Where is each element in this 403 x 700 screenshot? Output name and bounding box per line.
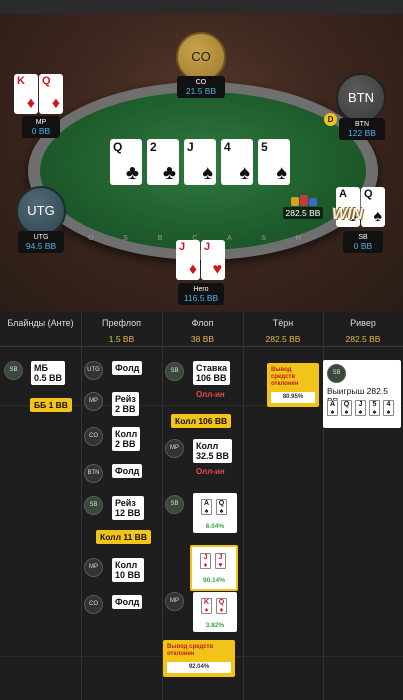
board-card: 2 ♣ — [147, 139, 179, 185]
seat-co-stack: 21.5 BB — [185, 86, 217, 96]
hero-hole-card-2: J ♥ — [201, 240, 225, 280]
withdrawal-rejected-text: Вывод средств отклонен — [167, 644, 214, 657]
col-header-blinds: Блайнды (Анте) — [0, 312, 81, 347]
preflop-action: Рейз 2 BB — [112, 392, 139, 416]
pos-badge-co: CO — [84, 427, 103, 446]
seat-mp-label: MP 0 BB — [22, 116, 60, 138]
action-sb-bet: Ставка 106 BB — [193, 361, 230, 385]
pos-badge-btn: BTN — [84, 464, 103, 483]
seat-co-label: CO 21.5 BB — [177, 76, 225, 98]
preflop-action: Фолд — [112, 361, 143, 375]
action-sb-blind: МБ 0.5 BB — [31, 361, 66, 385]
seat-sb-stack: 0 BB — [353, 241, 373, 251]
hero-hole-card-1: J ♦ — [176, 240, 200, 280]
preflop-action: Фолд — [112, 595, 143, 609]
mini-card: K ♦ — [201, 598, 212, 614]
pos-badge-mp: MP — [84, 558, 103, 577]
seat-btn-avatar[interactable]: BTN — [336, 73, 386, 123]
col-header-turn: Тёрн 282.5 BB — [243, 312, 323, 347]
withdrawal-rejected-text: Вывод средств отклонен — [271, 367, 299, 387]
pot-amount: 282.5 BB — [283, 207, 323, 219]
withdrawal-rejected-flop: Вывод средств отклонен 92.04% — [163, 640, 235, 677]
withdrawal-rejected-pct: 92.04% — [167, 662, 231, 673]
poker-table-view: U S B C A S H CO CO 21.5 BB K ♦ Q ♦ MP 0 B… — [0, 0, 403, 312]
seat-btn-stack: 122 BB — [348, 128, 376, 138]
equity-box-mp: K ♦ Q ♦ 3.82% — [193, 592, 237, 632]
mini-card: 4 ♠ — [383, 400, 394, 416]
mini-card: Q ♠ — [341, 400, 352, 416]
mini-card: J ♥ — [215, 553, 226, 569]
pos-badge-sb: SB — [327, 364, 346, 383]
pos-badge-mp: MP — [84, 392, 103, 411]
mp-hole-card-1: K ♦ — [14, 74, 38, 114]
allin-label: Олл-ин — [196, 390, 225, 399]
mini-card: Q ♦ — [216, 598, 227, 614]
preflop-hero-call: Колл 11 BB — [96, 530, 151, 544]
seat-mp-stack: 0 BB — [31, 126, 51, 136]
pos-badge-sb: SB — [4, 361, 23, 380]
withdrawal-rejected-turn: Вывод средств отклонен 80.95% — [267, 363, 319, 407]
equity-mp-pct: 3.82% — [205, 622, 225, 629]
equity-sb-pct: 6.04% — [205, 523, 225, 530]
mini-card: J ♦ — [200, 553, 211, 569]
equity-hero-inner: J ♦ J ♥ 90.14% — [192, 547, 236, 589]
preflop-action: Рейз 12 BB — [112, 496, 144, 520]
seat-utg-label: UTG 94.5 BB — [18, 231, 64, 253]
mini-card: 5 ♠ — [369, 400, 380, 416]
col-header-preflop: Префлоп 1.5 BB — [81, 312, 162, 347]
pos-badge-mp: MP — [165, 439, 184, 458]
seat-btn-label: BTN 122 BB — [339, 118, 385, 140]
seat-sb-label: SB 0 BB — [343, 231, 383, 253]
seat-utg-avatar[interactable]: UTG — [16, 186, 66, 236]
equity-hero-pct: 90.14% — [202, 577, 226, 584]
preflop-action: Колл 10 BB — [112, 558, 144, 582]
withdrawal-rejected-pct: 80.95% — [271, 392, 315, 403]
action-hero-call: Колл 106 BB — [171, 414, 232, 428]
pos-badge-mp: MP — [165, 592, 184, 611]
board-card: J ♠ — [184, 139, 216, 185]
mini-card: A ♠ — [201, 499, 212, 515]
pos-badge-utg: UTG — [84, 361, 103, 380]
win-badge: WIN — [332, 206, 364, 223]
col-header-flop: Флоп 38 BB — [162, 312, 243, 347]
board-card: 5 ♠ — [258, 139, 290, 185]
status-strip — [0, 0, 403, 14]
col-header-river: Ривер 282.5 BB — [323, 312, 403, 347]
action-mp-call: Колл 32.5 BB — [193, 439, 233, 463]
seat-co-avatar[interactable]: CO — [176, 32, 226, 82]
mini-card: A ♠ — [327, 400, 338, 416]
pos-badge-sb: SB — [165, 362, 184, 381]
allin-label: Олл-ин — [196, 467, 225, 476]
pos-badge-sb: SB — [84, 496, 103, 515]
board-card: 4 ♠ — [221, 139, 253, 185]
board-card: Q ♣ — [110, 139, 142, 185]
column-divider — [243, 312, 244, 700]
action-bb-blind: ББ 1 BB — [30, 398, 72, 412]
pos-badge-co: CO — [84, 595, 103, 614]
mini-card: J ♠ — [355, 400, 366, 416]
pot-chips-icon — [291, 195, 317, 206]
seat-utg-stack: 94.5 BB — [25, 241, 57, 251]
pos-badge-sb: SB — [165, 495, 184, 514]
river-winner-box: SB Выигрыш 282.5 BB A♠Q♠J♠5♠4♠ — [323, 360, 401, 428]
seat-hero-label: Hero 116.5 BB — [178, 283, 224, 305]
mini-card: Q ♠ — [216, 499, 227, 515]
mp-hole-card-2: Q ♦ — [39, 74, 63, 114]
hand-history-panel: Блайнды (Анте) Префлоп 1.5 BB Флоп 38 BB… — [0, 312, 403, 700]
seat-hero-stack: 116.5 BB — [183, 293, 219, 303]
dealer-button-icon: D — [324, 113, 337, 126]
sb-hole-card-2: Q ♠ — [361, 187, 385, 227]
equity-box-sb: A ♠ Q ♠ 6.04% — [193, 493, 237, 533]
preflop-action: Фолд — [112, 464, 143, 478]
equity-box-hero: J ♦ J ♥ 90.14% — [190, 545, 238, 591]
preflop-action: Колл 2 BB — [112, 427, 141, 451]
column-divider — [81, 312, 82, 700]
